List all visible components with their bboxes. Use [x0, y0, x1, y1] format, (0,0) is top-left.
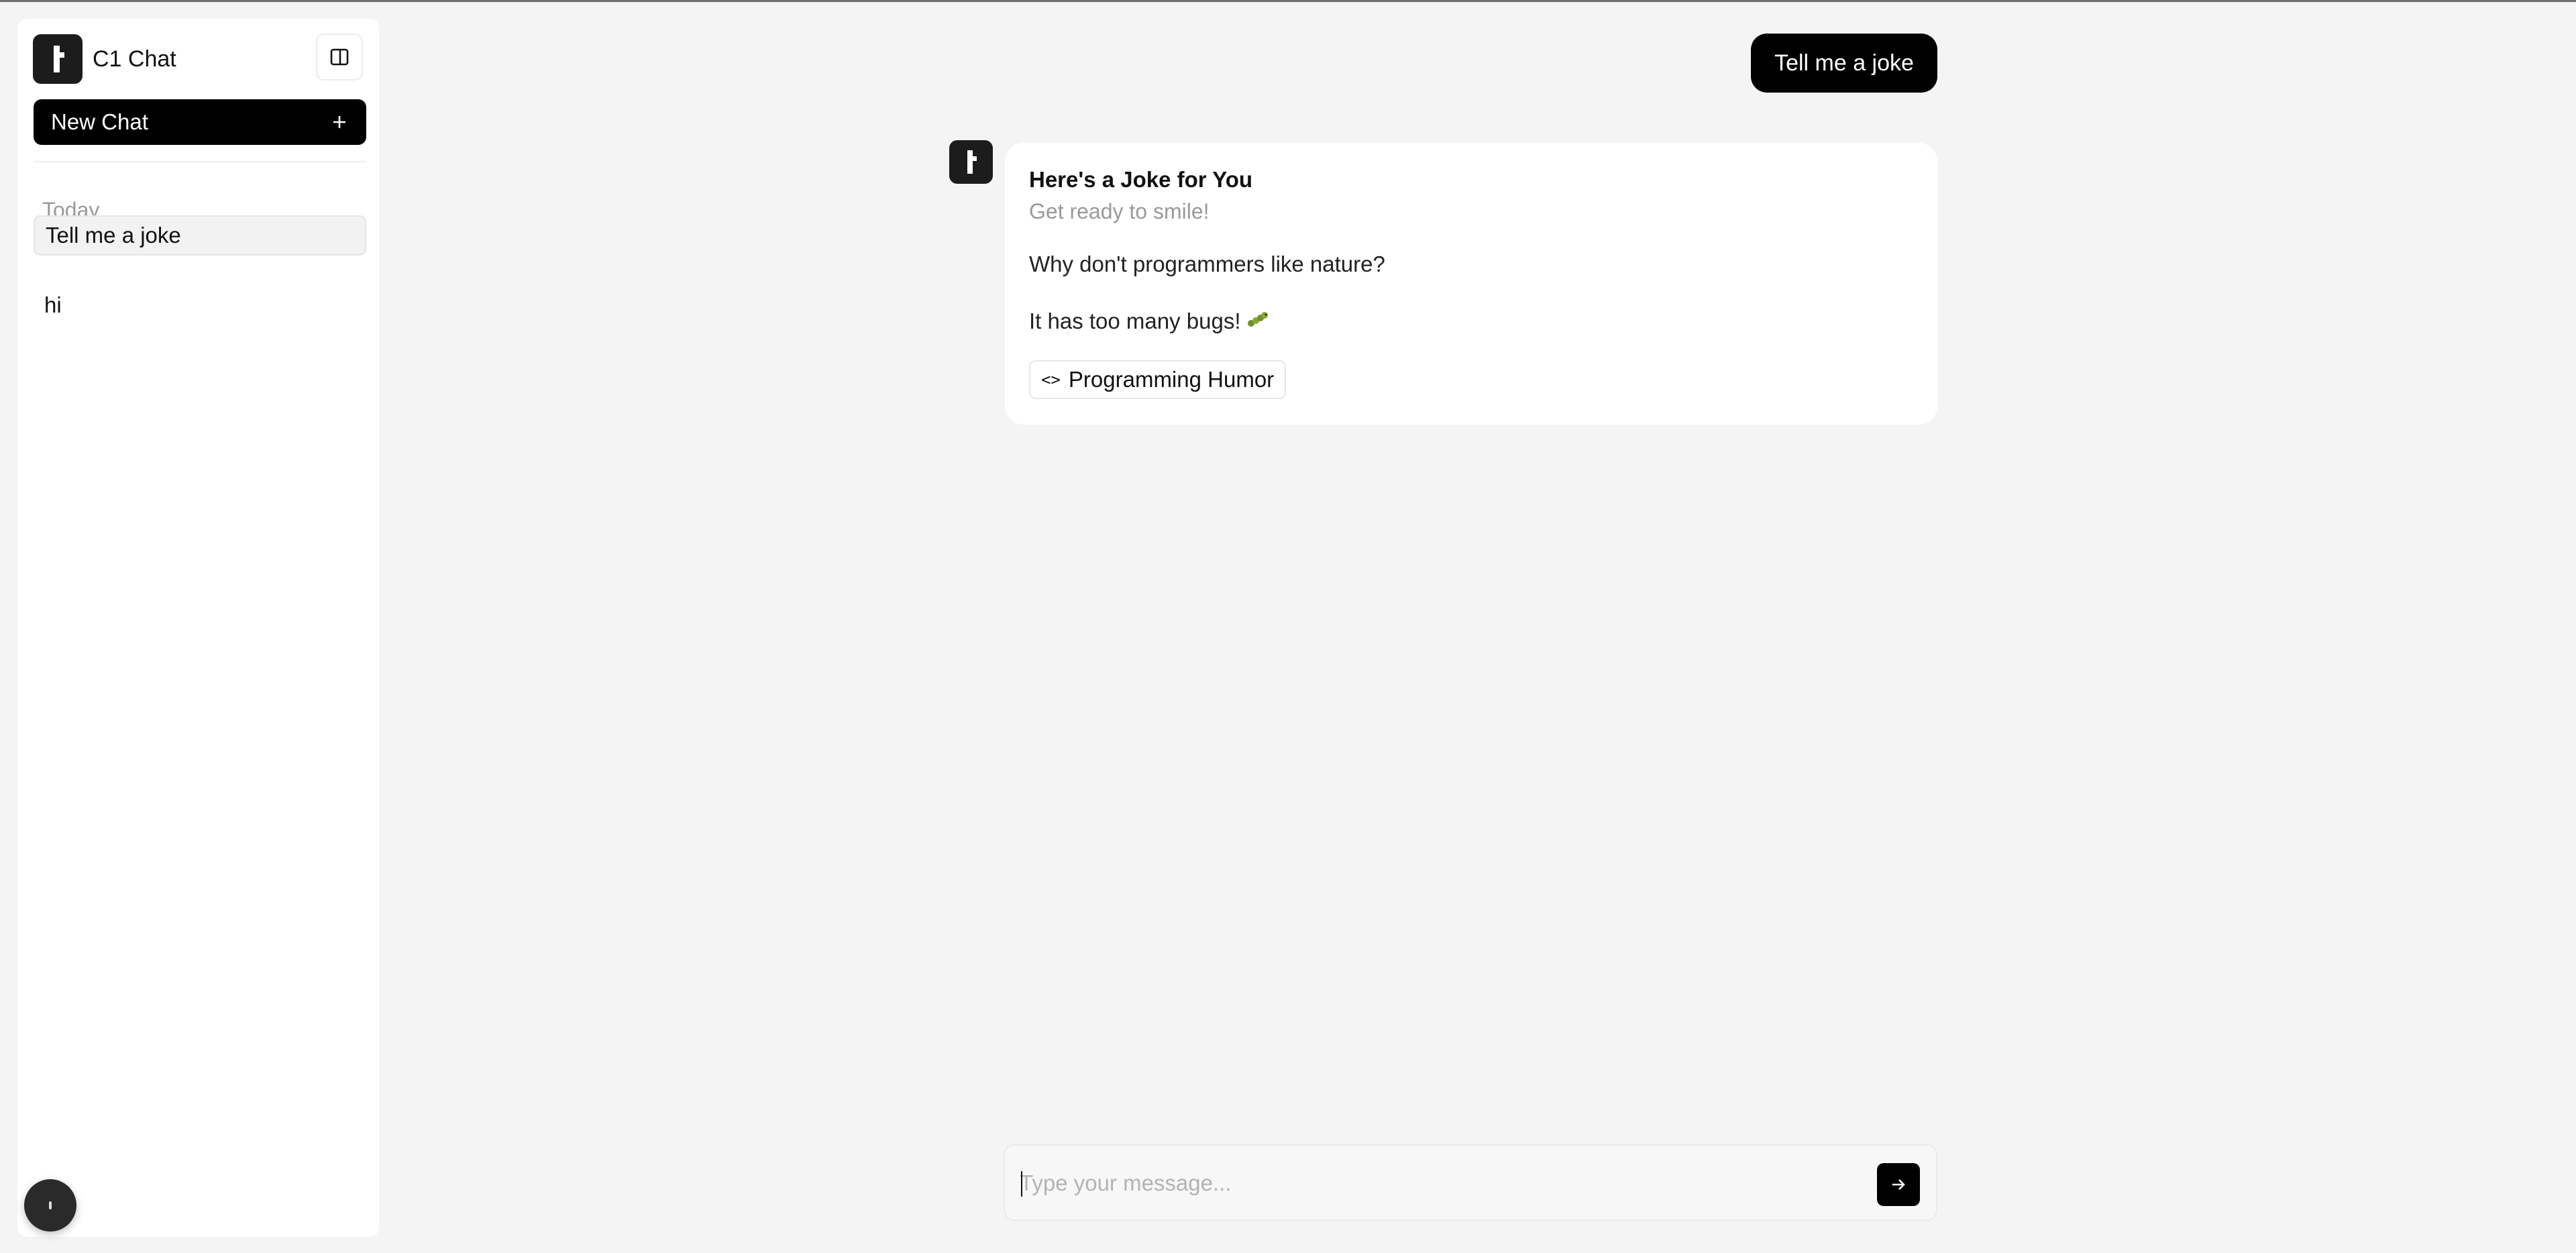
assistant-reply-card: Here's a Joke for You Get ready to smile… — [1005, 143, 1937, 425]
reply-subtitle: Get ready to smile! — [1029, 199, 1210, 223]
new-chat-label: New Chat — [51, 109, 148, 134]
reply-line-question: Why don't programmers like nature? — [1029, 252, 1385, 276]
user-message-text: Tell me a joke — [1774, 50, 1914, 76]
reply-title: Here's a Joke for You — [1029, 167, 1253, 192]
message-input[interactable] — [1020, 1163, 1865, 1203]
caterpillar-icon — [1246, 310, 1269, 335]
topic-tag-label: Programming Humor — [1068, 367, 1275, 392]
code-icon: <> — [1041, 370, 1061, 389]
sidebar-toggle-icon — [330, 48, 349, 66]
sidebar-item-tell-me-a-joke[interactable]: Tell me a joke — [34, 215, 366, 256]
user-avatar-button[interactable] — [24, 1179, 76, 1232]
avatar-indicator-icon — [49, 1201, 52, 1209]
new-chat-button[interactable]: New Chat — [34, 99, 366, 145]
app-title: C1 Chat — [93, 46, 176, 72]
sidebar-toggle-button[interactable] — [316, 34, 363, 80]
reply-line-answer: It has too many bugs! — [1029, 309, 1269, 335]
sidebar-item-label: hi — [44, 292, 62, 317]
plus-icon — [333, 116, 345, 128]
sidebar-divider — [34, 161, 366, 162]
topic-tag: <> Programming Humor — [1029, 360, 1287, 399]
assistant-avatar-icon — [949, 140, 993, 184]
sidebar-item-hi[interactable]: hi — [34, 285, 366, 325]
sidebar: C1 Chat New Chat Today Tell me a joke hi — [17, 19, 379, 1237]
user-message-bubble: Tell me a joke — [1751, 34, 1937, 93]
sidebar-item-label: Tell me a joke — [46, 223, 181, 248]
arrow-right-icon — [1892, 1179, 1905, 1190]
reply-answer-text: It has too many bugs! — [1029, 309, 1241, 333]
send-button[interactable] — [1877, 1163, 1920, 1206]
text-caret — [1021, 1171, 1022, 1197]
brand-logo-icon — [33, 34, 83, 84]
window-top-border — [0, 0, 2576, 2]
message-composer — [1004, 1144, 1937, 1221]
